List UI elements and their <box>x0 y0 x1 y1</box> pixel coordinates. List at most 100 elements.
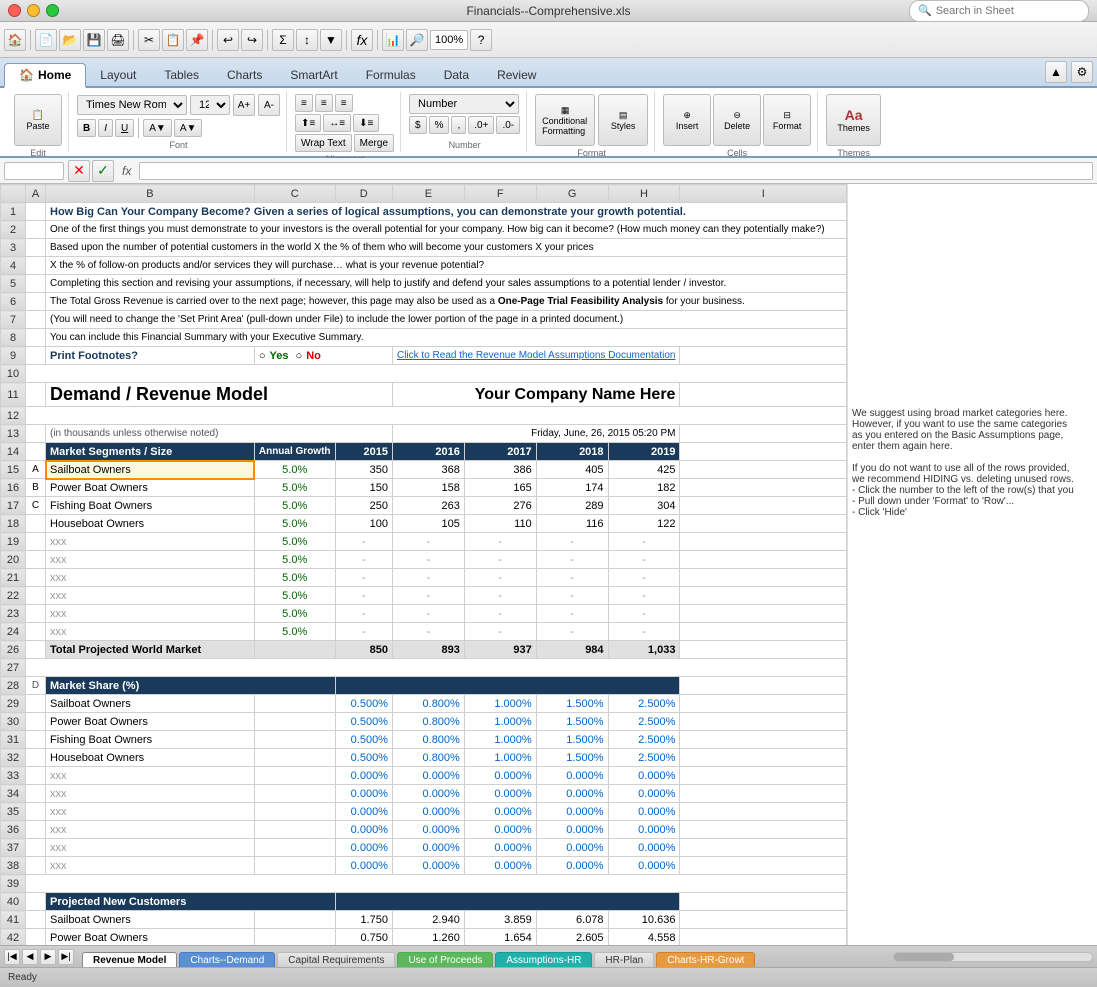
bold-button[interactable]: B <box>77 119 96 137</box>
paste-button[interactable]: 📋 Paste <box>14 94 62 146</box>
col-h-header[interactable]: H <box>608 185 680 203</box>
align-middle-button[interactable]: ↔≡ <box>323 114 351 132</box>
col-i-header[interactable]: I <box>680 185 847 203</box>
tab-smartart[interactable]: SmartArt <box>276 64 351 86</box>
maximize-button[interactable] <box>46 4 59 17</box>
number-format-select[interactable]: Number <box>409 94 519 114</box>
new-icon[interactable]: 📄 <box>35 29 57 51</box>
percent-button[interactable]: % <box>429 116 450 134</box>
row-7-header[interactable]: 7 <box>1 311 26 329</box>
align-left-button[interactable]: ≡ <box>295 94 313 112</box>
tab-nav-first[interactable]: |◀ <box>4 949 20 965</box>
font-name-select[interactable]: Times New Roman <box>77 95 187 115</box>
row-16-header[interactable]: 16 <box>1 479 26 497</box>
search-input[interactable] <box>936 5 1080 17</box>
formula-icon[interactable]: fx <box>351 29 373 51</box>
font-size-select[interactable]: 12 <box>190 95 230 115</box>
row-23-header[interactable]: 23 <box>1 605 26 623</box>
formula-cancel-icon[interactable]: ✕ <box>68 160 90 182</box>
paste-icon-toolbar[interactable]: 📌 <box>186 29 208 51</box>
row-1-header[interactable]: 1 <box>1 203 26 221</box>
comma-button[interactable]: , <box>451 116 466 134</box>
sort-icon[interactable]: ↕ <box>296 29 318 51</box>
row-12-header[interactable]: 12 <box>1 407 26 425</box>
row-20-header[interactable]: 20 <box>1 551 26 569</box>
r9-link[interactable]: Click to Read the Revenue Model Assumpti… <box>392 347 679 365</box>
row-14-header[interactable]: 14 <box>1 443 26 461</box>
col-d-header[interactable]: D <box>335 185 392 203</box>
formula-confirm-icon[interactable]: ✓ <box>92 160 114 182</box>
tab-data[interactable]: Data <box>430 64 483 86</box>
tab-charts-hr-growth[interactable]: Charts-HR-Growt <box>656 952 755 968</box>
row-33-header[interactable]: 33 <box>1 767 26 785</box>
tab-capital-requirements[interactable]: Capital Requirements <box>277 952 395 968</box>
col-c-header[interactable]: C <box>254 185 335 203</box>
currency-button[interactable]: $ <box>409 116 427 134</box>
format-button[interactable]: ⊟ Format <box>763 94 811 146</box>
tab-formulas[interactable]: Formulas <box>352 64 430 86</box>
ribbon-collapse-icon[interactable]: ▲ <box>1045 61 1067 83</box>
row-8-header[interactable]: 8 <box>1 329 26 347</box>
increase-decimal-button[interactable]: .0+ <box>468 116 494 134</box>
row-36-header[interactable]: 36 <box>1 821 26 839</box>
row-9-header[interactable]: 9 <box>1 347 26 365</box>
row-30-header[interactable]: 30 <box>1 713 26 731</box>
sum-icon[interactable]: Σ <box>272 29 294 51</box>
tab-nav-prev[interactable]: ◀ <box>22 949 38 965</box>
insert-button[interactable]: ⊕ Insert <box>663 94 711 146</box>
row-11-header[interactable]: 11 <box>1 383 26 407</box>
undo-icon[interactable]: ↩ <box>217 29 239 51</box>
zoom-icon[interactable]: 🔎 <box>406 29 428 51</box>
styles-button[interactable]: ▤ Styles <box>598 94 648 146</box>
window-controls[interactable] <box>8 4 59 17</box>
row-10-header[interactable]: 10 <box>1 365 26 383</box>
col-g-header[interactable]: G <box>536 185 608 203</box>
tab-nav-last[interactable]: ▶| <box>58 949 74 965</box>
open-icon[interactable]: 📂 <box>59 29 81 51</box>
row-22-header[interactable]: 22 <box>1 587 26 605</box>
row-32-header[interactable]: 32 <box>1 749 26 767</box>
cut-icon[interactable]: ✂ <box>138 29 160 51</box>
r15-b[interactable]: Sailboat Owners <box>46 461 255 479</box>
chart-icon[interactable]: 📊 <box>382 29 404 51</box>
row-17-header[interactable]: 17 <box>1 497 26 515</box>
col-a-header[interactable]: A <box>26 185 46 203</box>
decrease-decimal-button[interactable]: .0- <box>496 116 520 134</box>
help-icon[interactable]: ? <box>470 29 492 51</box>
filter-icon[interactable]: ▼ <box>320 29 342 51</box>
align-bottom-button[interactable]: ⬇≡ <box>353 114 379 132</box>
row-21-header[interactable]: 21 <box>1 569 26 587</box>
row-3-header[interactable]: 3 <box>1 239 26 257</box>
row-26-header[interactable]: 26 <box>1 641 26 659</box>
tab-charts[interactable]: Charts <box>213 64 276 86</box>
font-color-button[interactable]: A▼ <box>174 119 203 137</box>
conditional-formatting-button[interactable]: ▦ Conditional Formatting <box>535 94 595 146</box>
tab-home[interactable]: 🏠 Home <box>4 63 86 88</box>
formula-input[interactable]: Sailboat Owners <box>139 162 1093 180</box>
wrap-text-button[interactable]: Wrap Text <box>295 134 352 152</box>
row-6-header[interactable]: 6 <box>1 293 26 311</box>
merge-button[interactable]: Merge <box>354 134 394 152</box>
cell-reference[interactable]: B15 <box>4 162 64 180</box>
delete-button[interactable]: ⊖ Delete <box>713 94 761 146</box>
row-27-header[interactable]: 27 <box>1 659 26 677</box>
row-35-header[interactable]: 35 <box>1 803 26 821</box>
row-5-header[interactable]: 5 <box>1 275 26 293</box>
row-19-header[interactable]: 19 <box>1 533 26 551</box>
row-18-header[interactable]: 18 <box>1 515 26 533</box>
search-box[interactable]: 🔍 <box>909 0 1089 22</box>
align-top-button[interactable]: ⬆≡ <box>295 114 321 132</box>
row-42-header[interactable]: 42 <box>1 929 26 946</box>
italic-button[interactable]: I <box>98 119 113 137</box>
underline-button[interactable]: U <box>115 119 134 137</box>
tab-nav-next[interactable]: ▶ <box>40 949 56 965</box>
row-4-header[interactable]: 4 <box>1 257 26 275</box>
tab-tables[interactable]: Tables <box>150 64 213 86</box>
close-button[interactable] <box>8 4 21 17</box>
tab-assumptions-hr[interactable]: Assumptions-HR <box>495 952 592 968</box>
row-39-header[interactable]: 39 <box>1 875 26 893</box>
themes-button[interactable]: Aa Themes <box>826 94 881 146</box>
increase-font-icon[interactable]: A+ <box>233 94 255 116</box>
tab-review[interactable]: Review <box>483 64 550 86</box>
align-right-button[interactable]: ≡ <box>335 94 353 112</box>
